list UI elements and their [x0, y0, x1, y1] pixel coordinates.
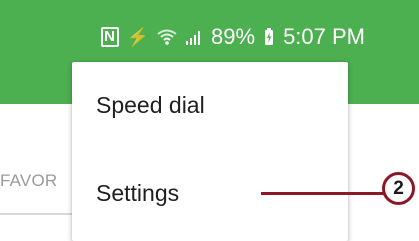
battery-percent: 89% [211, 24, 256, 49]
callout-line [261, 192, 386, 195]
sync-icon: ⚡ [126, 27, 150, 47]
tab-favorites[interactable]: FAVOR [0, 171, 57, 191]
tab-divider [0, 213, 83, 215]
callout-badge: 2 [382, 172, 415, 205]
wifi-icon [157, 28, 177, 46]
settings-menu-item[interactable]: Settings [96, 180, 179, 207]
overflow-menu: Speed dial Settings [72, 62, 348, 241]
nfc-icon: N [100, 27, 119, 47]
status-time: 5:07 PM [283, 24, 365, 49]
signal-icon [185, 28, 203, 46]
status-bar: N ⚡ 89% 5:07 PM [100, 24, 365, 50]
speed-dial-menu-item[interactable]: Speed dial [96, 92, 205, 119]
battery-charging-icon [263, 28, 275, 46]
